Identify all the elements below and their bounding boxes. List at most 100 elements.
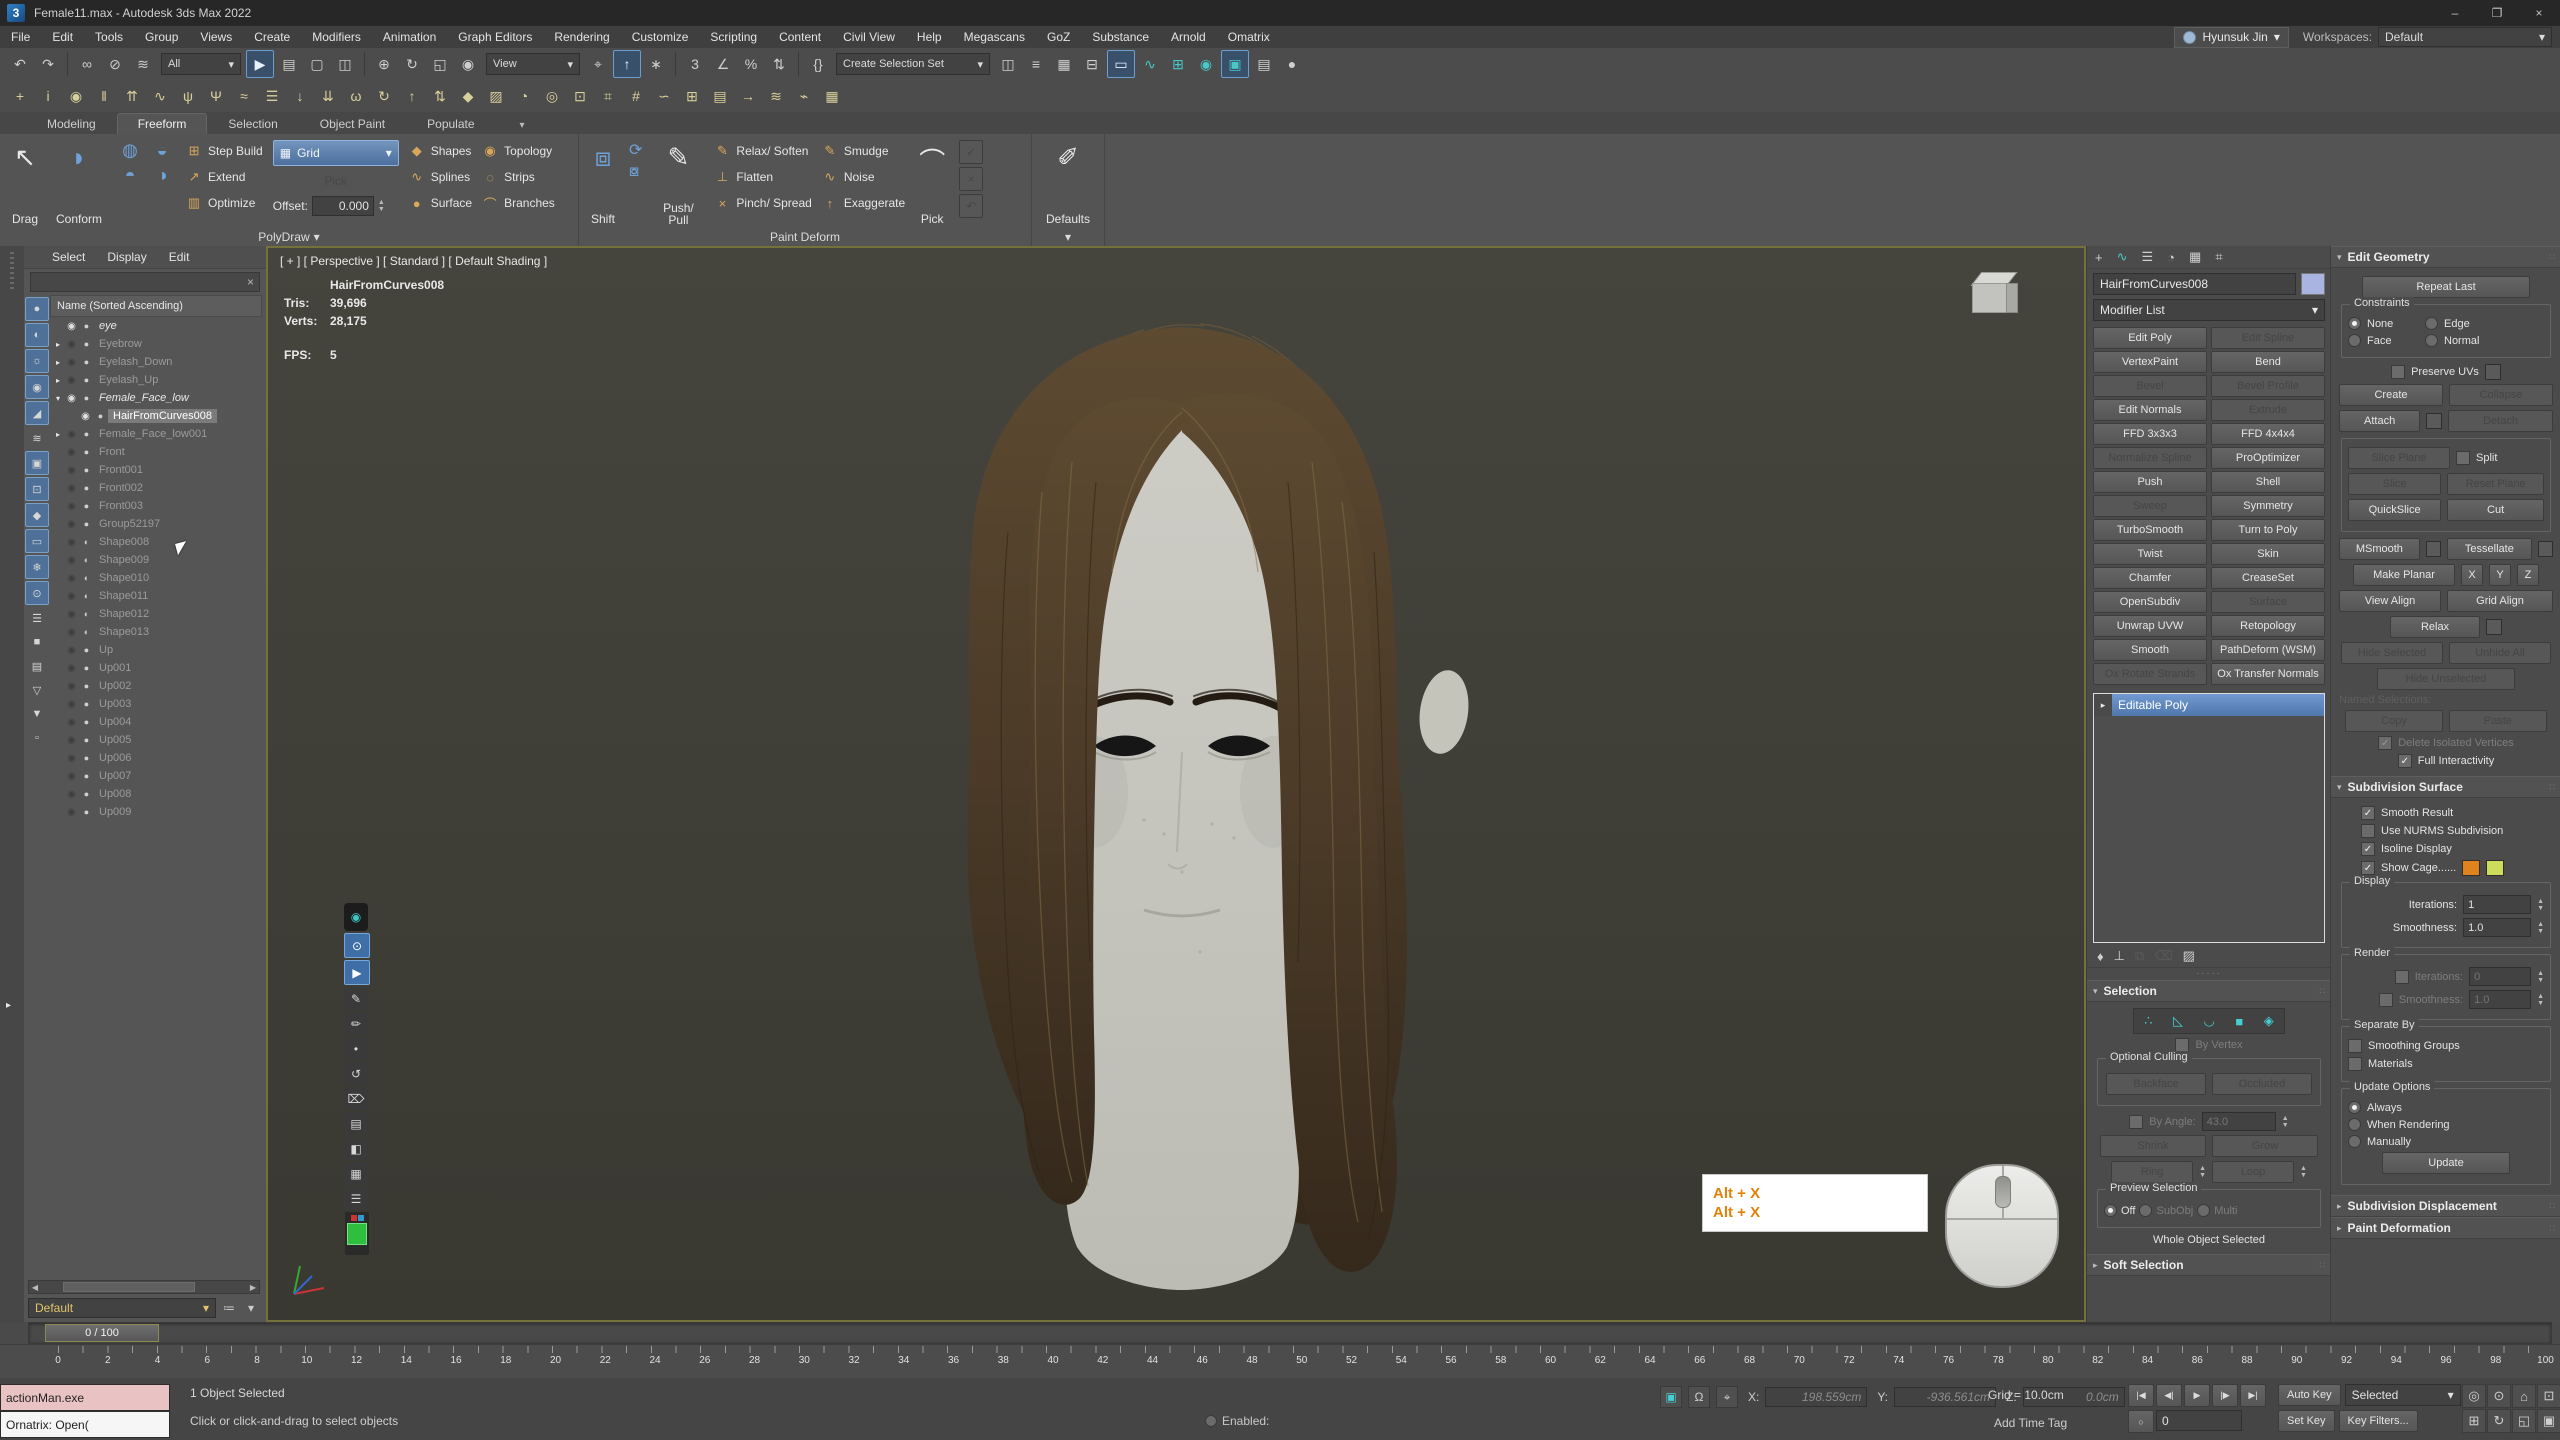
grid-align-button[interactable]: Grid Align [2447, 590, 2553, 612]
modifier-button[interactable]: Symmetry [2211, 495, 2325, 517]
modifier-button[interactable]: Push [2093, 471, 2207, 493]
paint-deform-tool[interactable]: ×Pinch/ Spread [714, 192, 811, 214]
ox-add-hair-icon[interactable]: + [7, 83, 33, 109]
spinner-snap-icon[interactable]: ⇅ [766, 51, 792, 77]
modifier-button[interactable]: Edit Poly [2093, 327, 2207, 349]
object-name-label[interactable]: Group52197 [94, 517, 165, 531]
modifier-button[interactable]: Bevel Profile [2211, 375, 2325, 397]
window-crossing-icon[interactable]: ◫ [332, 51, 358, 77]
go-to-start-icon[interactable]: |◀ [2128, 1384, 2154, 1407]
scene-explorer-item[interactable]: ◉ ● Up003 [50, 695, 262, 713]
display-shapes-icon[interactable]: ◐ [25, 323, 49, 347]
hierarchy-tab-icon[interactable]: ☰ [2142, 249, 2154, 265]
repeat-last-button[interactable]: Repeat Last [2362, 276, 2530, 298]
select-and-manipulate-icon[interactable]: ∗ [643, 51, 669, 77]
cage-selected-color-swatch[interactable] [2486, 860, 2504, 876]
show-hidden-icon[interactable]: ⊙ [25, 581, 49, 605]
tessellate-button[interactable]: Tessellate [2447, 538, 2532, 560]
edit-geometry-rollout-header[interactable]: ▾Edit Geometry∷ [2331, 246, 2560, 268]
menu-item[interactable]: Arnold [1160, 30, 1217, 44]
polydraw-tool[interactable]: ▥Optimize [186, 192, 263, 214]
active-layer-select[interactable]: Default▾ [28, 1298, 216, 1318]
relax-settings-icon[interactable] [2486, 619, 2502, 635]
scene-explorer-item[interactable]: ◉ ● Up004 [50, 713, 262, 731]
object-name-label[interactable]: Female_Face_low [94, 391, 194, 405]
border-subobject-icon[interactable]: ◡ [2204, 1013, 2215, 1029]
menu-item[interactable]: GoZ [1036, 30, 1081, 44]
time-slider-track[interactable]: 0 / 100 [28, 1322, 2552, 1344]
redo-icon[interactable]: ↷ [35, 51, 61, 77]
set-key-button[interactable]: Set Key [2278, 1410, 2335, 1432]
visibility-eye-icon[interactable]: ◉ [64, 393, 79, 404]
scene-explorer-item[interactable]: ◉ ◐ Shape012 [50, 605, 262, 623]
scroll-left-icon[interactable]: ◀ [29, 1283, 41, 1292]
visibility-eye-icon[interactable]: ◉ [64, 699, 79, 710]
expand-arrow-icon[interactable]: ▸ [52, 358, 64, 367]
delete-tool-icon[interactable]: ⌦ [344, 1087, 368, 1110]
selection-lock-icon[interactable]: Ω [1688, 1386, 1710, 1408]
menu-item[interactable]: Views [189, 30, 243, 44]
object-name-label[interactable]: HairFromCurves008 [108, 409, 217, 423]
modify-tab-icon[interactable]: ∿ [2117, 249, 2128, 265]
key-selection-select[interactable]: Selected▾ [2345, 1384, 2461, 1406]
scene-explorer-item[interactable]: ▸ ◉ ● Eyelash_Down [50, 353, 262, 371]
visibility-eye-icon[interactable]: ◉ [64, 807, 79, 818]
attach-button[interactable]: Attach [2339, 410, 2420, 432]
menu-item[interactable]: Content [768, 30, 832, 44]
ox-settings-icon[interactable]: i [35, 83, 61, 109]
modifier-button[interactable]: Chamfer [2093, 567, 2207, 589]
ox-dynamics-icon[interactable]: ◔ [511, 83, 537, 109]
object-name-label[interactable]: Front003 [94, 499, 148, 513]
object-name-label[interactable]: Shape011 [94, 589, 153, 603]
perspective-viewport[interactable]: [ + ] [ Perspective ] [ Standard ] [ Def… [266, 246, 2086, 1322]
modifier-button[interactable]: FFD 4x4x4 [2211, 423, 2325, 445]
planar-y-button[interactable]: Y [2489, 564, 2511, 586]
listener-macro-line[interactable]: actionMan.exe [0, 1384, 170, 1411]
conform-tool[interactable]: ◗ Conform [52, 140, 106, 228]
display-iterations-field[interactable]: 1 [2463, 895, 2531, 914]
object-name-label[interactable]: Eyebrow [94, 337, 147, 351]
isolate-selection-icon[interactable]: ▣ [1660, 1386, 1682, 1408]
ox-ground-strands-icon[interactable]: ◉ [63, 83, 89, 109]
visibility-eye-icon[interactable]: ◉ [64, 483, 79, 494]
ox-gravity-icon[interactable]: ↓ [287, 83, 313, 109]
visibility-eye-icon[interactable]: ◉ [64, 645, 79, 656]
use-pivot-point-icon[interactable]: ⌖ [585, 51, 611, 77]
selection-rollout-header[interactable]: ▾Selection∷ [2087, 980, 2331, 1002]
named-selection-sets-select[interactable]: Create Selection Set▾ [836, 53, 990, 75]
list-tool-icon[interactable]: ☰ [344, 1187, 368, 1210]
percent-snap-icon[interactable]: % [738, 51, 764, 77]
polydraw-panel-title[interactable]: PolyDraw▾ [0, 228, 578, 246]
ox-flow-icon[interactable]: ≋ [763, 83, 789, 109]
visibility-eye-icon[interactable]: ◉ [64, 357, 79, 368]
defaults-tool[interactable]: ✐ Defaults [1042, 140, 1094, 228]
ribbon-tab[interactable]: Object Paint [299, 113, 406, 134]
keyboard-shortcut-override-icon[interactable]: ↑ [613, 50, 641, 78]
scene-explorer-item[interactable]: ◉ ● Up002 [50, 677, 262, 695]
constraint-edge-radio[interactable] [2425, 317, 2438, 330]
layer-list-icon[interactable]: ≔ [220, 1299, 238, 1317]
add-time-tag[interactable]: Add Time Tag [1994, 1416, 2067, 1430]
modifier-list-select[interactable]: Modifier List▾ [2093, 299, 2325, 321]
mirror-icon[interactable]: ◫ [995, 51, 1021, 77]
object-name-label[interactable]: Up009 [94, 805, 136, 819]
ox-mesh-from-strands-icon[interactable]: ◆ [455, 83, 481, 109]
render-setup-icon[interactable]: ▣ [1221, 50, 1249, 78]
update-button[interactable]: Update [2382, 1152, 2510, 1174]
select-and-link-icon[interactable]: ∞ [74, 51, 100, 77]
show-end-result-icon[interactable]: ⊥ [2114, 948, 2125, 964]
selection-filter-select[interactable]: All▾ [161, 53, 241, 75]
visibility-eye-icon[interactable]: ◉ [64, 501, 79, 512]
split-checkbox[interactable] [2456, 451, 2470, 465]
scene-explorer-item[interactable]: ▸ ◉ ● Female_Face_low001 [50, 425, 262, 443]
card-tool-icon[interactable]: ▦ [344, 1162, 368, 1185]
ox-curl-icon[interactable]: ∿ [147, 83, 173, 109]
element-subobject-icon[interactable]: ◈ [2264, 1013, 2274, 1029]
object-name-label[interactable]: Up005 [94, 733, 136, 747]
object-name-label[interactable]: Front001 [94, 463, 148, 477]
visibility-eye-icon[interactable]: ◉ [64, 681, 79, 692]
angle-snap-icon[interactable]: ∠ [710, 51, 736, 77]
isoline-display-checkbox[interactable]: ✓ [2361, 842, 2375, 856]
select-and-rotate-icon[interactable]: ↻ [399, 51, 425, 77]
modifier-button[interactable]: VertexPaint [2093, 351, 2207, 373]
